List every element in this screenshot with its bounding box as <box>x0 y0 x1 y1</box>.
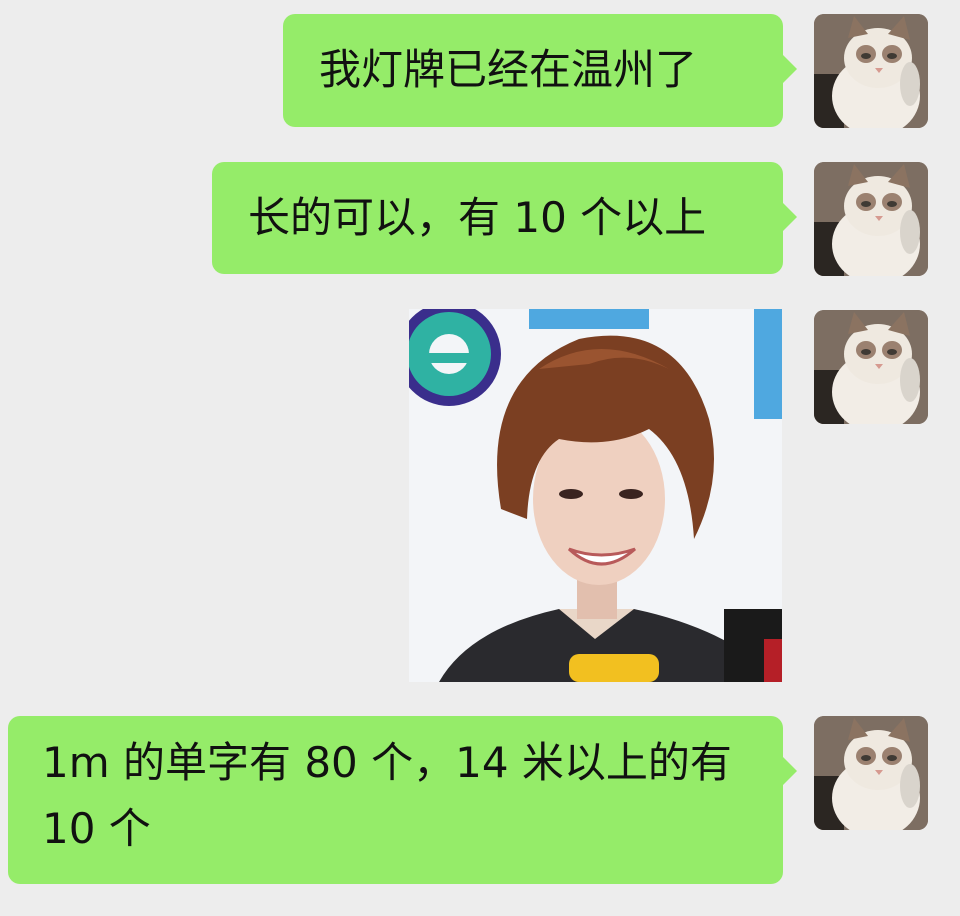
avatar[interactable] <box>814 310 928 424</box>
person-photo <box>409 309 782 682</box>
avatar[interactable] <box>814 716 928 830</box>
message-text: 1m 的单字有 80 个，14 米以上的有10 个 <box>42 738 732 853</box>
cat-avatar-icon <box>814 162 928 276</box>
message-bubble[interactable]: 1m 的单字有 80 个，14 米以上的有10 个 <box>8 716 797 884</box>
cat-avatar-icon <box>814 310 928 424</box>
chat-window: 我灯牌已经在温州了 长的可以，有 10 个以上 1m 的单字有 80 个，14 … <box>0 0 960 916</box>
message-text: 长的可以，有 10 个以上 <box>248 193 707 242</box>
avatar[interactable] <box>814 162 928 276</box>
cat-avatar-icon <box>814 14 928 128</box>
avatar[interactable] <box>814 14 928 128</box>
message-image[interactable] <box>409 309 782 682</box>
message-bubble[interactable]: 我灯牌已经在温州了 <box>283 14 797 127</box>
message-bubble[interactable]: 长的可以，有 10 个以上 <box>212 162 797 274</box>
message-text: 我灯牌已经在温州了 <box>319 45 698 94</box>
cat-avatar-icon <box>814 716 928 830</box>
